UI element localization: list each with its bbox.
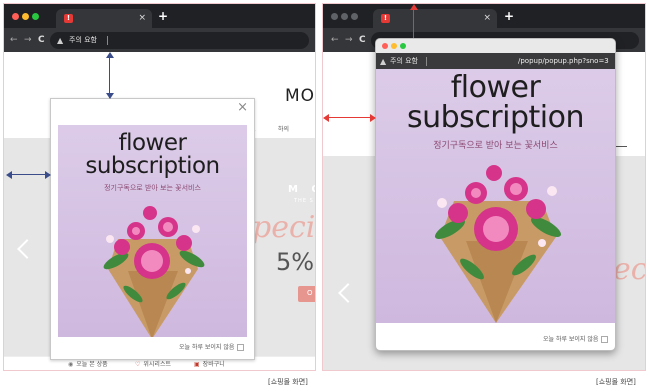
forward-icon[interactable]: → — [345, 34, 353, 46]
tab-close-icon[interactable]: × — [138, 12, 146, 24]
address-bar[interactable]: ▲ 주의 요함 — [50, 32, 309, 49]
close-icon[interactable]: × — [237, 101, 248, 115]
popup-security-label: 주의 요함 — [390, 57, 418, 65]
cart-link[interactable]: ▣ 장바구니 — [194, 360, 225, 369]
recent-items-link[interactable]: ◉ 오늘 본 상품 — [68, 360, 108, 369]
horizontal-position-guide — [325, 117, 375, 118]
popup-minimize-dot[interactable] — [391, 43, 397, 49]
window-zoom-dot[interactable] — [32, 13, 39, 20]
security-label: 주의 요함 — [69, 36, 97, 44]
wishlist-link[interactable]: ♡ 위시리스트 — [135, 360, 171, 369]
arrow-right-icon — [45, 171, 51, 179]
new-tab-icon[interactable]: + — [504, 10, 514, 22]
hero-headline: M O — [288, 184, 315, 195]
caption-left: [쇼핑몰 화면] — [268, 378, 308, 386]
arrow-down-icon — [106, 93, 114, 99]
forward-icon[interactable]: → — [24, 34, 32, 46]
favicon-icon: ! — [64, 14, 73, 23]
vertical-position-guide — [413, 6, 414, 38]
nav-row: ← → C ▲ 주의 요함 — [4, 28, 315, 52]
arrow-left-icon — [323, 114, 329, 122]
reload-icon[interactable]: C — [38, 34, 45, 46]
dont-show-checkbox[interactable] — [601, 336, 609, 343]
hero-script-text: ecia — [613, 252, 646, 287]
left-screenshot-panel: ! × + ← → C ▲ 주의 요함 MO 스 하의 M O THE S pe… — [3, 3, 316, 371]
layer-popup: × flower subscription 정기구독으로 받아 보는 꽃서비스 — [50, 98, 255, 360]
tab-bar: ! × + — [323, 4, 645, 28]
hero-percent: 5% — [276, 248, 315, 276]
horizontal-offset-guide — [8, 174, 50, 175]
popup-address-row: ▲ 주의 요함 /popup/popup.php?sno=3 — [376, 53, 615, 69]
new-tab-icon[interactable]: + — [158, 10, 168, 22]
cart-icon: ▣ — [194, 361, 200, 368]
right-screenshot-panel: ! × + ← → C ▲ ecia ▲ 주의 요함 — [322, 3, 646, 371]
back-icon[interactable]: ← — [10, 34, 18, 46]
warning-icon: ▲ — [380, 57, 387, 66]
popup-title-line1: flower — [118, 130, 187, 156]
browser-tab[interactable]: ! × — [56, 9, 152, 28]
window-close-dot[interactable] — [12, 13, 19, 20]
flower-bouquet-illustration — [103, 206, 205, 337]
popup-subtitle: 정기구독으로 받아 보는 꽃서비스 — [104, 184, 201, 192]
popup-titlebar — [376, 39, 615, 53]
dont-show-today[interactable]: 오늘 하루 보이지 않음 — [543, 335, 609, 344]
browser-chrome: ! × + ← → C ▲ 주의 요함 — [4, 4, 315, 52]
caption-right: [쇼핑몰 화면] — [596, 378, 636, 386]
popup-subtitle: 정기구독으로 받아 보는 꽃서비스 — [433, 141, 558, 151]
popup-url[interactable]: /popup/popup.php?sno=3 — [518, 55, 609, 68]
dont-show-checkbox[interactable] — [237, 344, 245, 351]
browser-tab[interactable]: ! × — [373, 9, 497, 28]
favicon-icon: ! — [381, 14, 390, 23]
popup-title-line1: flower — [450, 70, 541, 105]
menu-item[interactable]: 하의 — [278, 124, 289, 133]
window-close-dot[interactable] — [331, 13, 338, 20]
tab-bar: ! × + — [4, 4, 315, 28]
window-minimize-dot[interactable] — [22, 13, 29, 20]
hero-subline: THE S — [294, 198, 314, 204]
carousel-prev-icon[interactable] — [17, 239, 37, 259]
eye-icon: ◉ — [68, 361, 74, 368]
popup-banner-image[interactable]: flower subscription 정기구독으로 받아 보는 꽃서비스 — [58, 125, 247, 337]
popup-title-line2: subscription — [85, 153, 220, 179]
reload-icon[interactable]: C — [359, 34, 366, 46]
url-divider — [107, 36, 108, 45]
url-divider — [426, 57, 427, 66]
popup-zoom-dot[interactable] — [400, 43, 406, 49]
arrow-up-icon — [410, 4, 418, 10]
arrow-right-icon — [370, 114, 376, 122]
site-logo[interactable]: MO — [285, 86, 315, 106]
heart-icon: ♡ — [135, 361, 141, 368]
dont-show-today[interactable]: 오늘 하루 보이지 않음 — [179, 343, 245, 352]
hero-cta-button[interactable]: O — [298, 286, 315, 302]
window-minimize-dot[interactable] — [341, 13, 348, 20]
back-icon[interactable]: ← — [331, 34, 339, 46]
menu-underline — [615, 146, 627, 147]
carousel-prev-icon[interactable] — [338, 283, 358, 303]
warning-icon: ▲ — [57, 36, 64, 45]
tab-close-icon[interactable]: × — [483, 12, 491, 24]
popup-banner-image[interactable]: flower subscription 정기구독으로 받아 보는 꽃서비스 — [376, 69, 615, 323]
window-zoom-dot[interactable] — [351, 13, 358, 20]
arrow-up-icon — [106, 52, 114, 58]
flower-bouquet-illustration — [434, 165, 562, 323]
popup-close-dot[interactable] — [382, 43, 388, 49]
popup-title-line2: subscription — [407, 100, 585, 135]
popup-window: ▲ 주의 요함 /popup/popup.php?sno=3 flower su… — [375, 38, 616, 351]
vertical-offset-guide — [109, 56, 110, 98]
arrow-left-icon — [6, 171, 12, 179]
hero-script-text: pecia — [252, 210, 316, 245]
